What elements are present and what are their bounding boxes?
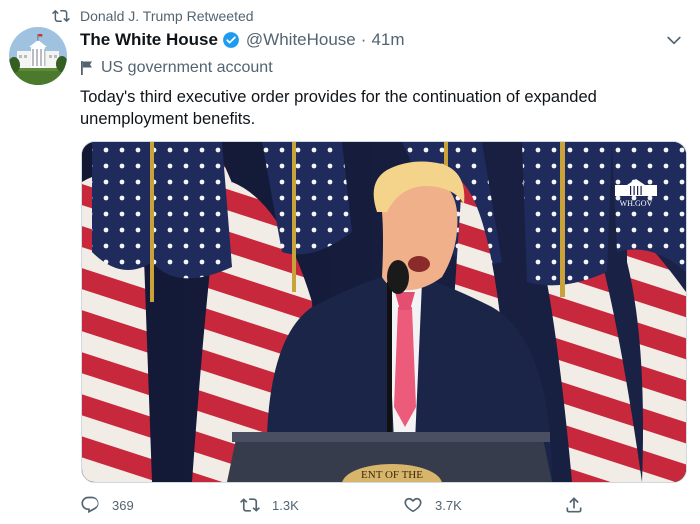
retweet-label: Donald J. Trump Retweeted — [80, 8, 254, 24]
verified-badge-icon — [223, 32, 239, 48]
government-account-text: US government account — [101, 59, 273, 76]
speaker-at-podium-image: ENT OF THE — [82, 142, 686, 482]
share-button[interactable] — [564, 493, 596, 517]
tweet-author-row: The White House @WhiteHouse · 41m — [80, 29, 405, 51]
avatar[interactable] — [9, 27, 67, 85]
author-handle[interactable]: @WhiteHouse — [246, 30, 356, 50]
wh-gov-watermark: WH.GOV — [605, 175, 667, 211]
tweet-text-line-2: unemployment benefits. — [80, 110, 256, 128]
heart-icon — [404, 497, 422, 513]
reply-icon — [81, 496, 99, 514]
wh-gov-text: WH.GOV — [620, 199, 653, 208]
separator-dot: · — [360, 30, 367, 49]
chevron-down-icon[interactable] — [664, 30, 684, 50]
like-count: 3.7K — [435, 497, 462, 513]
government-account-label[interactable]: US government account — [80, 58, 273, 78]
tweet-timestamp[interactable]: 41m — [371, 30, 404, 50]
retweet-header[interactable]: Donald J. Trump Retweeted — [52, 7, 254, 25]
reply-count: 369 — [112, 497, 134, 513]
retweet-icon — [52, 9, 70, 23]
tweet-actions: 369 1.3K 3.7K — [80, 493, 640, 517]
retweet-icon — [240, 498, 260, 512]
like-button[interactable]: 3.7K — [403, 493, 462, 517]
tweet-text: Today's third executive order provides f… — [80, 86, 680, 130]
government-flag-icon — [81, 61, 92, 75]
retweet-count: 1.3K — [272, 497, 299, 513]
share-icon — [566, 497, 582, 513]
reply-button[interactable]: 369 — [80, 493, 134, 517]
tweet-text-line-1: Today's third executive order provides f… — [80, 88, 597, 106]
tweet-media-video[interactable]: ENT OF THE — [81, 141, 687, 483]
white-house-avatar — [9, 27, 67, 85]
retweet-button[interactable]: 1.3K — [240, 493, 299, 517]
author-name[interactable]: The White House — [80, 30, 218, 50]
presidential-seal-text: ENT OF THE — [361, 469, 423, 481]
